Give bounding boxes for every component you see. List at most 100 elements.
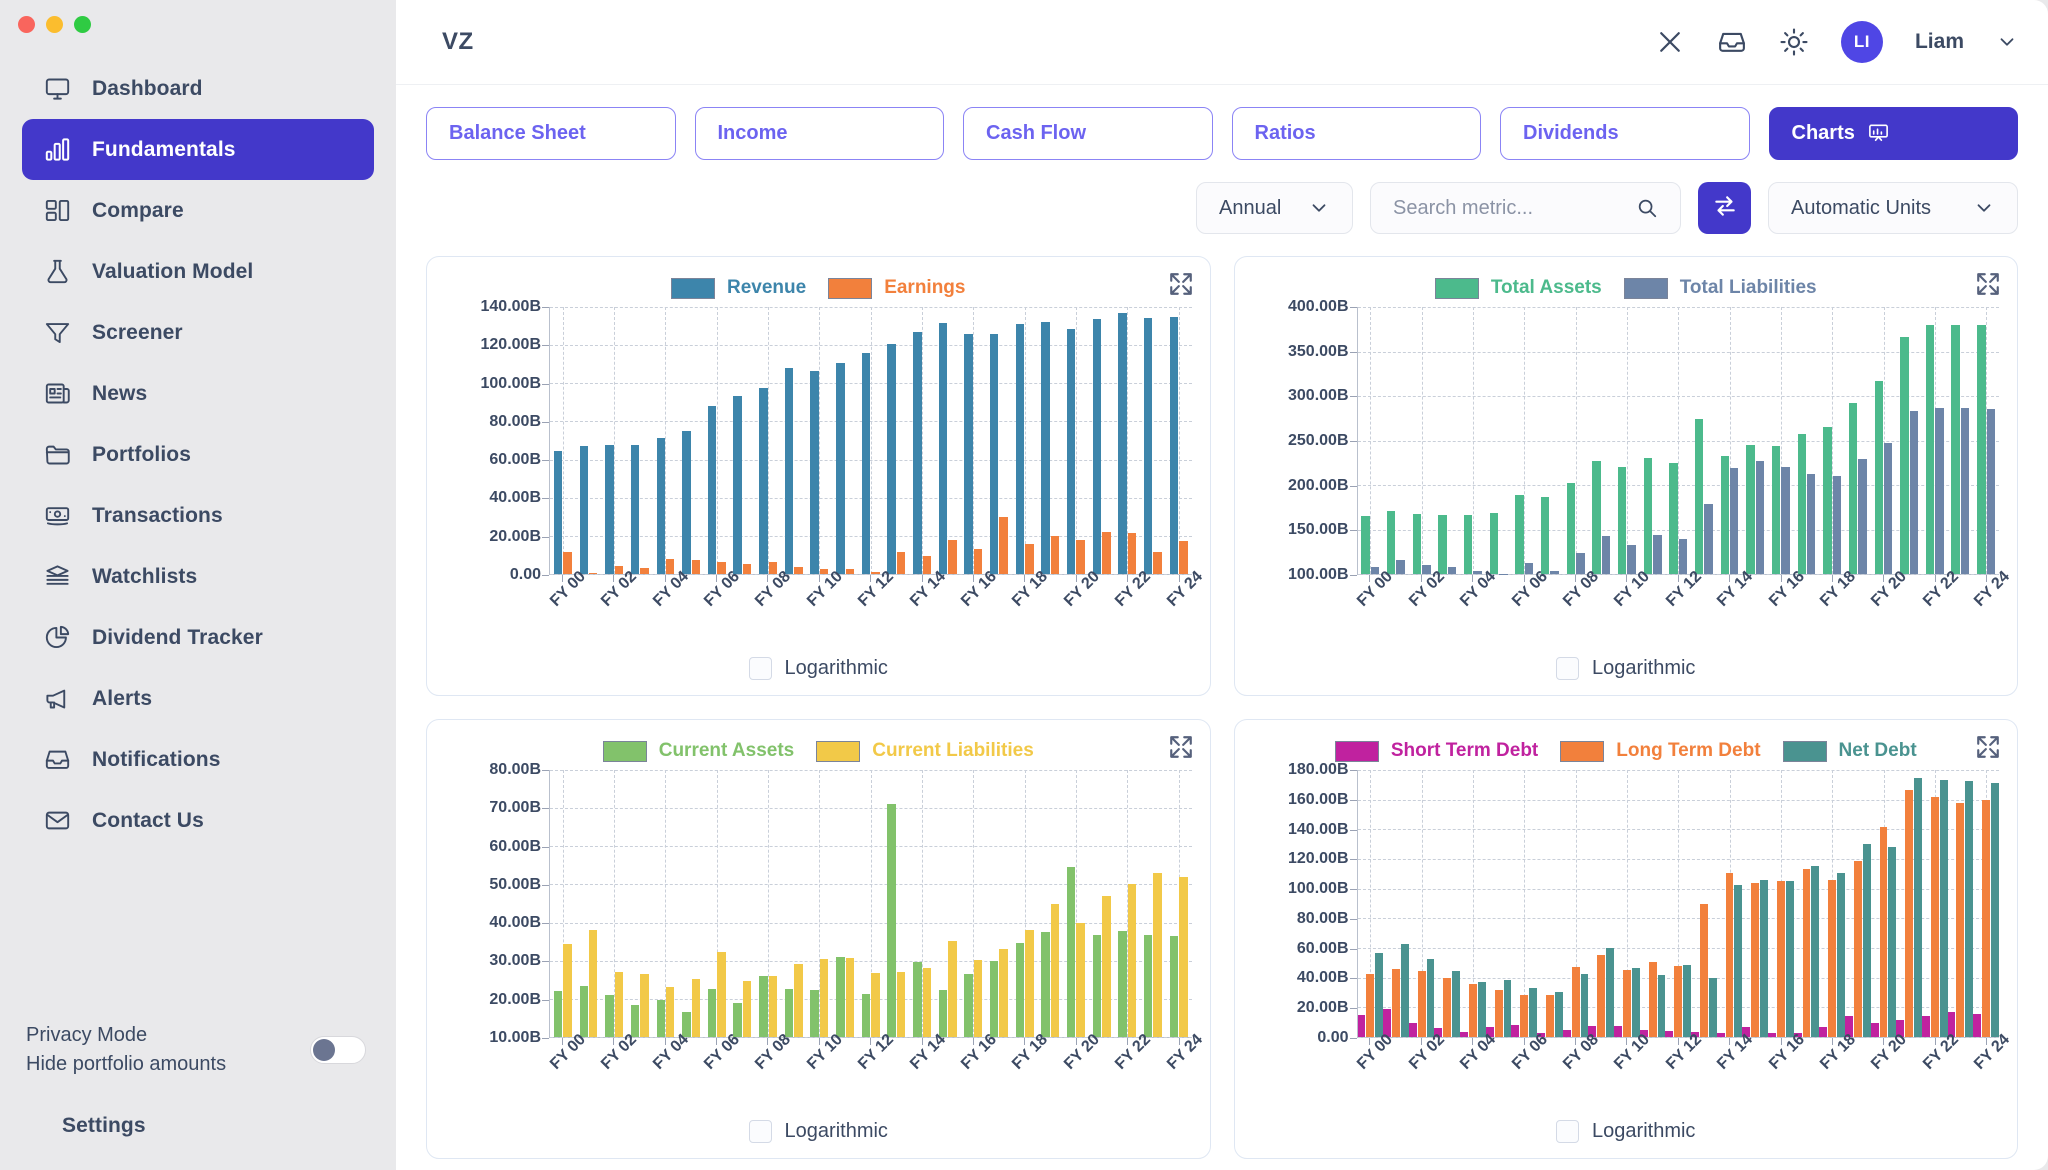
- tab-income[interactable]: Income: [694, 107, 944, 160]
- bar[interactable]: [1494, 989, 1503, 1037]
- bar[interactable]: [1361, 516, 1370, 574]
- bar[interactable]: [1956, 803, 1965, 1037]
- bar[interactable]: [1422, 564, 1431, 574]
- bar[interactable]: [1627, 544, 1636, 574]
- bar[interactable]: [588, 573, 598, 574]
- bar[interactable]: [1566, 482, 1576, 574]
- sidebar-item-fundamentals[interactable]: Fundamentals: [22, 119, 374, 180]
- bar[interactable]: [1576, 552, 1585, 574]
- bar[interactable]: [1837, 873, 1845, 1037]
- bar[interactable]: [717, 562, 726, 574]
- bar[interactable]: [861, 993, 871, 1037]
- bar[interactable]: [1515, 494, 1524, 574]
- bar[interactable]: [1067, 866, 1076, 1037]
- bar[interactable]: [1879, 827, 1888, 1037]
- logarithmic-checkbox[interactable]: [748, 1119, 772, 1143]
- bar[interactable]: [948, 941, 957, 1037]
- bar[interactable]: [1870, 1023, 1879, 1037]
- bar[interactable]: [1720, 456, 1730, 574]
- bar[interactable]: [1127, 883, 1137, 1037]
- bar[interactable]: [1169, 935, 1179, 1037]
- bar[interactable]: [1143, 318, 1153, 574]
- bar[interactable]: [1438, 515, 1447, 574]
- bar[interactable]: [1965, 780, 1974, 1037]
- bar[interactable]: [553, 990, 563, 1037]
- bar[interactable]: [1935, 407, 1944, 574]
- bar[interactable]: [1900, 336, 1909, 574]
- bar[interactable]: [1511, 1025, 1520, 1037]
- bar[interactable]: [733, 395, 742, 574]
- bar[interactable]: [588, 929, 598, 1037]
- bar[interactable]: [1387, 511, 1396, 574]
- bar[interactable]: [794, 963, 803, 1037]
- bar[interactable]: [1858, 459, 1867, 574]
- bar[interactable]: [1408, 1023, 1417, 1037]
- bar[interactable]: [1050, 536, 1060, 574]
- bar[interactable]: [1973, 1013, 1982, 1037]
- bar[interactable]: [1464, 515, 1473, 574]
- bar[interactable]: [810, 370, 819, 574]
- bar[interactable]: [887, 344, 896, 574]
- legend-item[interactable]: Revenue: [670, 277, 806, 299]
- sidebar-item-alerts[interactable]: Alerts: [22, 668, 374, 729]
- bar[interactable]: [1746, 445, 1755, 574]
- bar[interactable]: [1118, 313, 1127, 574]
- bar[interactable]: [1811, 865, 1820, 1037]
- bar[interactable]: [1460, 1031, 1469, 1037]
- bar[interactable]: [1768, 1033, 1776, 1037]
- bar[interactable]: [1076, 923, 1085, 1037]
- legend-item[interactable]: Earnings: [828, 277, 966, 299]
- bar[interactable]: [1092, 935, 1102, 1037]
- window-maximize-button[interactable]: [74, 16, 91, 33]
- bar[interactable]: [845, 569, 854, 574]
- legend-item[interactable]: Current Liabilities: [816, 740, 1034, 762]
- tab-charts[interactable]: Charts: [1768, 107, 2018, 160]
- bar[interactable]: [1025, 544, 1034, 574]
- close-icon[interactable]: [1655, 27, 1685, 57]
- search-metric-field[interactable]: Search metric...: [1370, 182, 1681, 234]
- bar[interactable]: [1909, 410, 1919, 574]
- privacy-mode-toggle[interactable]: [310, 1036, 366, 1064]
- bar[interactable]: [742, 563, 752, 574]
- bar[interactable]: [784, 368, 794, 574]
- bar[interactable]: [1092, 319, 1102, 574]
- sidebar-item-transactions[interactable]: Transactions: [22, 485, 374, 546]
- bar[interactable]: [1118, 930, 1127, 1037]
- bar[interactable]: [1674, 966, 1683, 1037]
- bar[interactable]: [1412, 513, 1422, 574]
- bar[interactable]: [1914, 777, 1922, 1037]
- bar[interactable]: [964, 974, 973, 1037]
- bar[interactable]: [1041, 322, 1050, 574]
- bar[interactable]: [1648, 962, 1657, 1037]
- bar[interactable]: [1669, 462, 1678, 574]
- bar[interactable]: [1862, 844, 1871, 1037]
- bar[interactable]: [990, 333, 999, 574]
- sidebar-item-screener[interactable]: Screener: [22, 302, 374, 363]
- bar[interactable]: [1991, 783, 1999, 1037]
- sidebar-item-compare[interactable]: Compare: [22, 180, 374, 241]
- bar[interactable]: [1708, 977, 1717, 1037]
- bar[interactable]: [553, 450, 563, 574]
- bar[interactable]: [1477, 982, 1486, 1037]
- bar[interactable]: [742, 980, 752, 1037]
- bar[interactable]: [1143, 934, 1153, 1037]
- bar[interactable]: [973, 959, 983, 1037]
- bar[interactable]: [1802, 868, 1811, 1037]
- bar[interactable]: [717, 952, 726, 1037]
- bar[interactable]: [1614, 1025, 1622, 1037]
- bar[interactable]: [1102, 531, 1111, 574]
- user-name[interactable]: Liam: [1915, 30, 1964, 54]
- sidebar-item-valuation-model[interactable]: Valuation Model: [22, 241, 374, 302]
- bar[interactable]: [1797, 434, 1806, 574]
- bar[interactable]: [1977, 324, 1986, 574]
- bar[interactable]: [1597, 955, 1606, 1037]
- bar[interactable]: [1951, 324, 1960, 574]
- bar[interactable]: [733, 1003, 742, 1037]
- bar[interactable]: [1592, 460, 1601, 574]
- tab-ratios[interactable]: Ratios: [1231, 107, 1481, 160]
- bar[interactable]: [1102, 895, 1111, 1037]
- bar[interactable]: [1529, 988, 1538, 1037]
- bar[interactable]: [938, 323, 948, 574]
- bar[interactable]: [1848, 403, 1858, 574]
- bar[interactable]: [990, 960, 999, 1037]
